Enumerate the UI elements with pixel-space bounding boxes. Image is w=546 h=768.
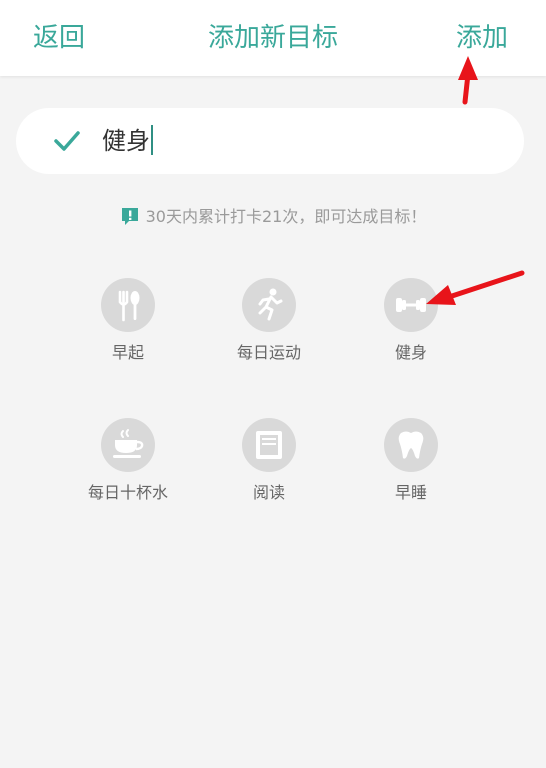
preset-reading[interactable]: 阅读: [199, 418, 339, 504]
preset-early-rise[interactable]: 早起: [58, 278, 198, 364]
check-icon: [54, 131, 80, 151]
preset-label: 每日十杯水: [87, 483, 168, 502]
coffee-cup-icon: [113, 429, 144, 458]
text-cursor: [151, 125, 153, 155]
fork-spoon-icon: [118, 290, 140, 322]
preset-early-sleep[interactable]: 早睡: [341, 418, 481, 504]
preset-label: 健身: [394, 343, 427, 362]
preset-label: 每日运动: [236, 343, 301, 362]
preset-daily-exercise[interactable]: 每日运动: [199, 278, 339, 364]
top-bar: 返回 添加新目标 添加: [0, 0, 546, 76]
running-icon: [258, 288, 283, 321]
goal-name-value: 健身: [102, 127, 150, 155]
book-icon: [256, 431, 282, 459]
hint-message: 30天内累计打卡21次，即可达成目标！: [0, 205, 546, 229]
exclamation-bubble-icon: [121, 208, 138, 225]
add-button[interactable]: 添加: [456, 20, 508, 56]
preset-ten-cups-water[interactable]: 每日十杯水: [58, 418, 198, 504]
dumbbell-icon: [396, 298, 426, 312]
preset-fitness[interactable]: 健身: [341, 278, 481, 364]
tooth-icon: [398, 431, 424, 459]
preset-label: 阅读: [252, 483, 285, 502]
hint-text: 30天内累计打卡21次，即可达成目标！: [145, 207, 427, 226]
preset-label: 早睡: [394, 483, 427, 502]
preset-label: 早起: [111, 343, 144, 362]
goal-name-input[interactable]: 健身: [16, 108, 524, 174]
